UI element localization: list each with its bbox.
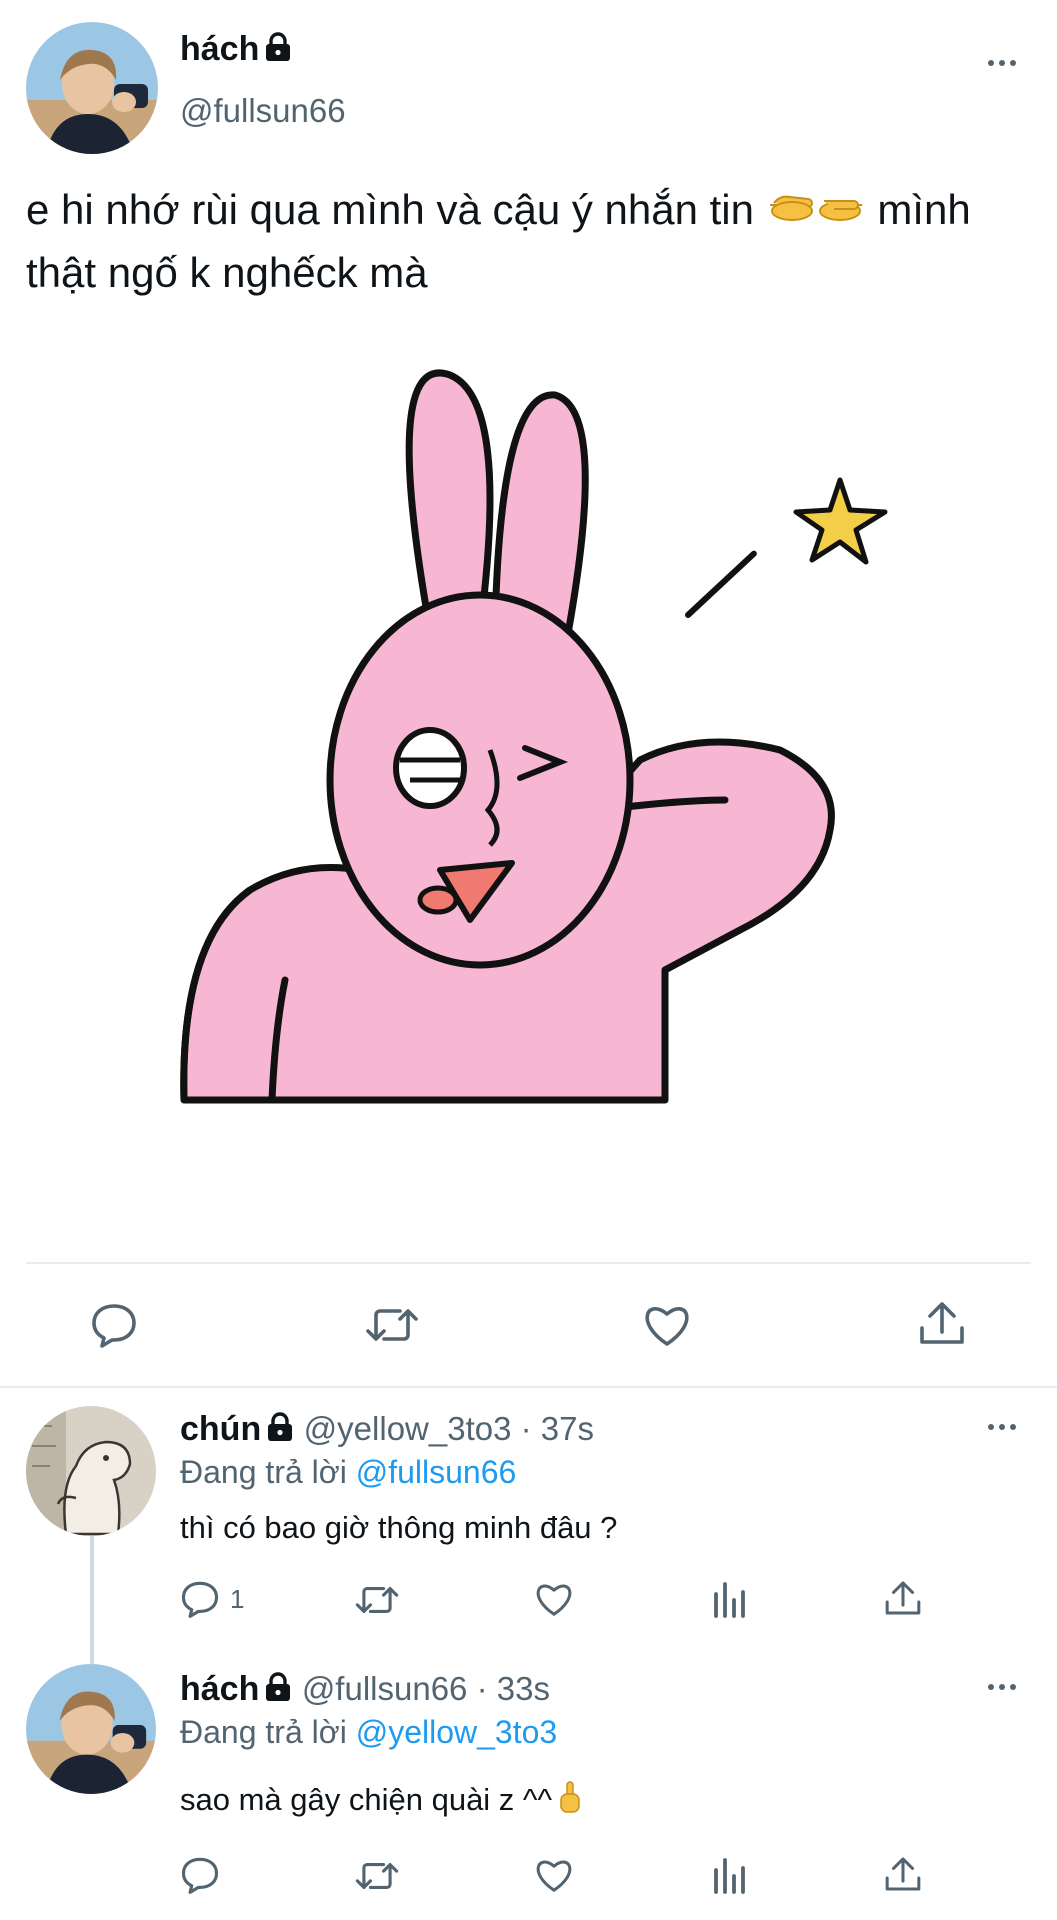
- reply-text: thì có bao giờ thông minh đâu ?: [180, 1510, 618, 1545]
- reply-icon: [181, 1857, 219, 1894]
- replying-to-mention[interactable]: @yellow_3to3: [356, 1714, 557, 1750]
- retweet-icon: [355, 1862, 399, 1890]
- reply-author-handle[interactable]: @fullsun66: [302, 1670, 468, 1707]
- more-icon[interactable]: [988, 1684, 1016, 1690]
- heart-icon: [536, 1860, 572, 1892]
- like-button[interactable]: [534, 1580, 574, 1618]
- retweet-icon: [355, 1586, 399, 1614]
- replying-to-prefix: Đang trả lời: [180, 1714, 356, 1750]
- lock-icon: [267, 1412, 293, 1447]
- avatar[interactable]: [26, 1406, 156, 1536]
- tweet-text-part1: e hi nhớ rùi qua mình và cậu ý nhắn tin: [26, 186, 766, 233]
- reply-button[interactable]: 1: [180, 1580, 244, 1618]
- reply-icon: [92, 1304, 136, 1348]
- more-icon[interactable]: [988, 1424, 1016, 1430]
- analytics-button[interactable]: [712, 1856, 746, 1894]
- retweet-button[interactable]: [354, 1582, 400, 1618]
- reply-timestamp[interactable]: · 33s: [467, 1670, 550, 1707]
- avatar[interactable]: [26, 22, 158, 154]
- share-button[interactable]: [884, 1578, 922, 1618]
- replying-to-prefix: Đang trả lời: [180, 1454, 356, 1490]
- reply-count: 1: [230, 1583, 245, 1614]
- share-icon: [885, 1857, 921, 1891]
- retweet-button[interactable]: [354, 1858, 400, 1894]
- replying-to: Đang trả lời @fullsun66: [180, 1454, 516, 1491]
- reply-button[interactable]: [90, 1302, 138, 1348]
- analytics-icon: [714, 1582, 745, 1618]
- reply-author-name[interactable]: hách: [180, 1670, 259, 1708]
- share-button[interactable]: [918, 1298, 966, 1348]
- replying-to-mention[interactable]: @fullsun66: [356, 1454, 517, 1490]
- lock-icon: [265, 1672, 291, 1707]
- tweet-media-image[interactable]: [0, 330, 1057, 1250]
- analytics-button[interactable]: [712, 1580, 746, 1618]
- reply-author-handle[interactable]: @yellow_3to3: [304, 1410, 512, 1447]
- reply-text: sao mà gây chiện quài z ^^: [180, 1780, 582, 1822]
- share-icon: [920, 1302, 964, 1344]
- like-button[interactable]: [642, 1302, 692, 1348]
- share-icon: [885, 1581, 921, 1615]
- divider: [26, 1262, 1031, 1264]
- pink-rabbit-sticker-icon: [0, 330, 1057, 1250]
- tweet-text: e hi nhớ rùi qua mình và cậu ý nhắn tin …: [26, 180, 1036, 303]
- like-button[interactable]: [534, 1856, 574, 1894]
- author-name[interactable]: hách: [180, 30, 259, 68]
- avatar[interactable]: [26, 1664, 156, 1794]
- pointing-hands-emoji-icon: [766, 183, 866, 243]
- thread-line: [90, 1534, 94, 1664]
- reply-icon: [181, 1581, 219, 1618]
- more-icon[interactable]: [988, 60, 1016, 66]
- lock-icon: [265, 32, 291, 67]
- reply-button[interactable]: [180, 1856, 220, 1894]
- avatar-photo: [26, 1664, 156, 1794]
- heart-icon: [645, 1307, 689, 1346]
- heart-icon: [536, 1584, 572, 1616]
- replying-to: Đang trả lời @yellow_3to3: [180, 1714, 557, 1751]
- retweet-icon: [366, 1309, 418, 1341]
- reply-timestamp[interactable]: · 37s: [511, 1410, 594, 1447]
- avatar-moomin-photo: [26, 1406, 156, 1536]
- reply-text-content: sao mà gây chiện quài z ^^: [180, 1782, 553, 1817]
- share-button[interactable]: [884, 1854, 922, 1894]
- middle-finger-emoji-icon: [558, 1780, 582, 1822]
- retweet-button[interactable]: [364, 1303, 420, 1347]
- divider: [0, 1386, 1057, 1388]
- avatar-photo: [26, 22, 158, 154]
- author-handle[interactable]: @fullsun66: [180, 92, 346, 130]
- analytics-icon: [714, 1858, 745, 1894]
- reply-author-name[interactable]: chún: [180, 1410, 261, 1448]
